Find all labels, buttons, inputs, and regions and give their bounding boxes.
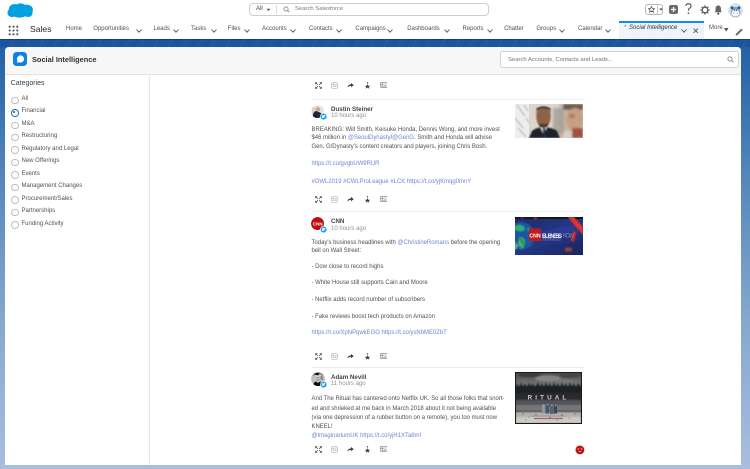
svg-text:RITUAL: RITUAL — [528, 395, 570, 402]
svg-text:NOW: NOW — [563, 234, 575, 240]
svg-text:CNN: CNN — [529, 234, 540, 240]
svg-text:BUSINESS: BUSINESS — [543, 236, 562, 242]
